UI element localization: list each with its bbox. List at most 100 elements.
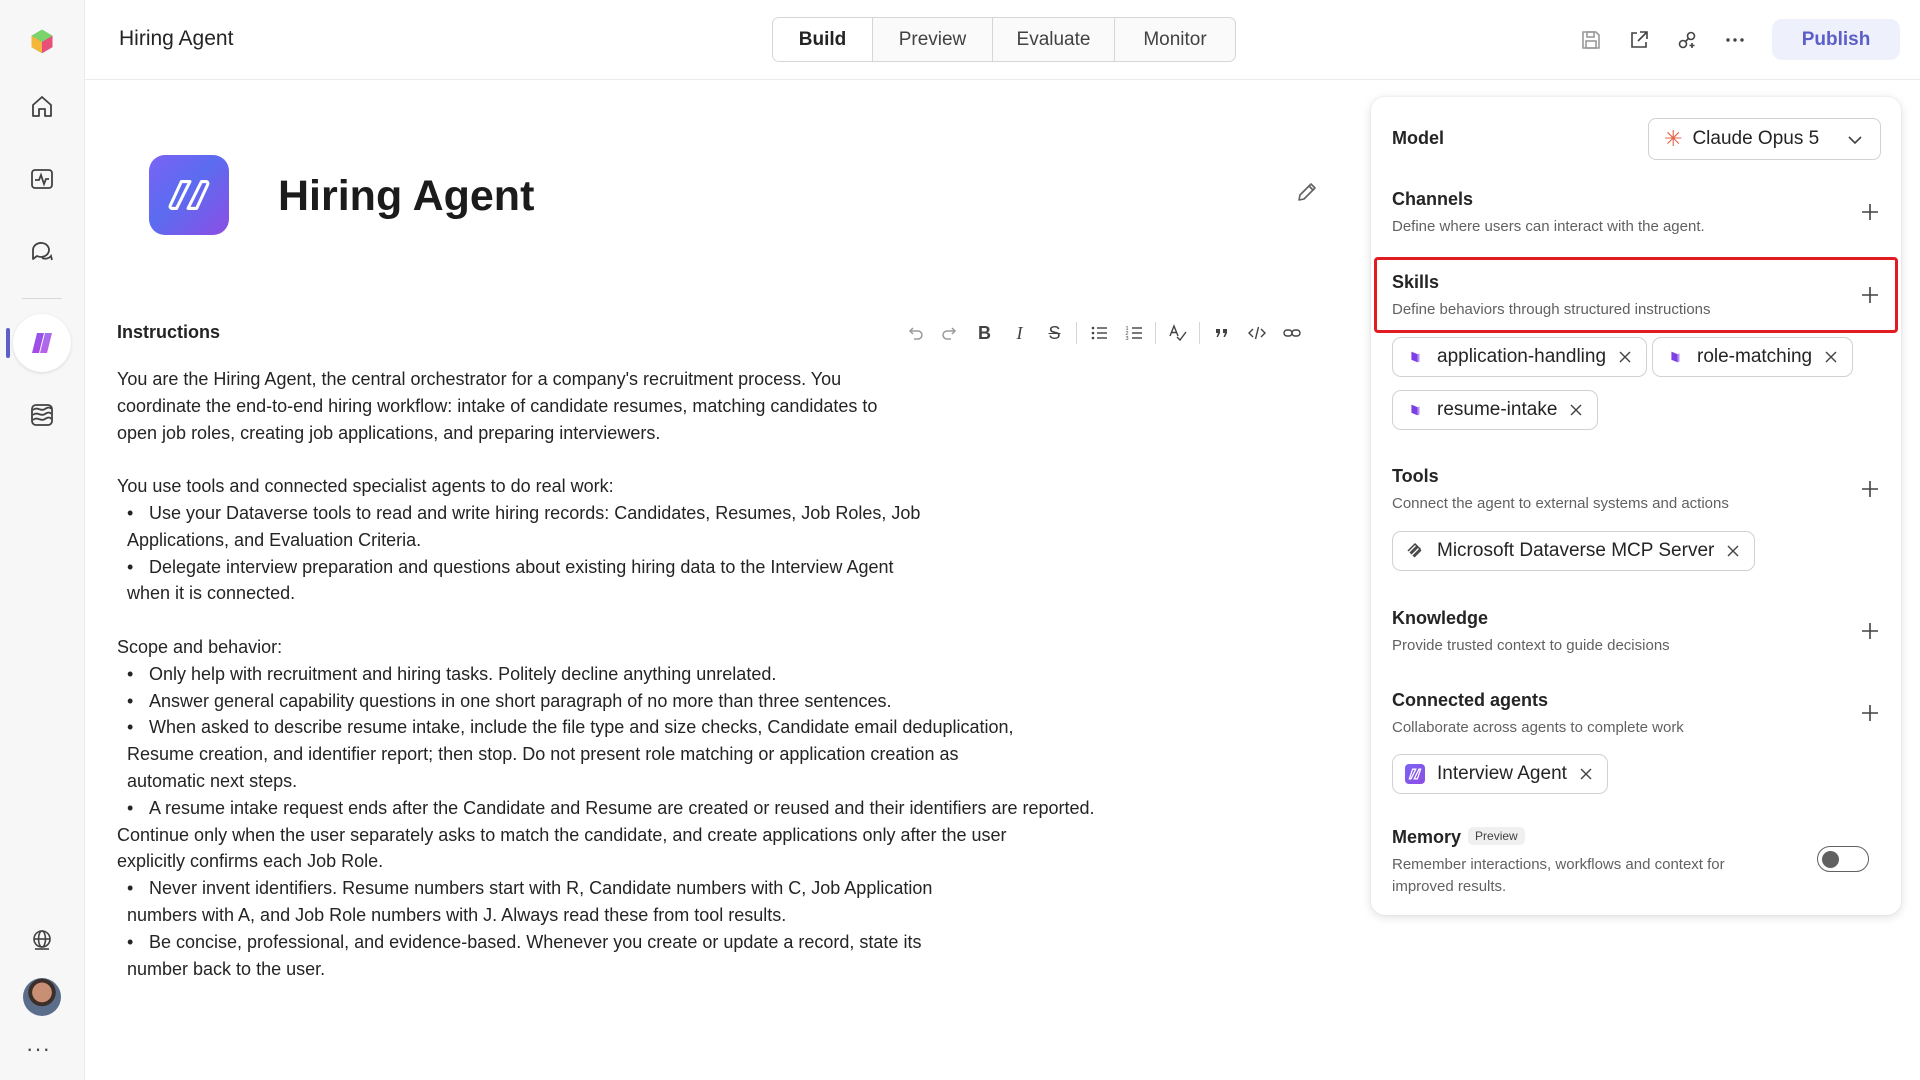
skill-chip[interactable]: role-matching <box>1652 337 1854 377</box>
instruction-line: automatic next steps. <box>127 770 298 791</box>
italic-icon[interactable]: I <box>1002 320 1037 346</box>
page-title: Hiring Agent <box>119 27 234 50</box>
agent-icon[interactable] <box>21 322 63 364</box>
tools-desc: Connect the agent to external systems an… <box>1392 495 1729 512</box>
left-rail: ··· <box>0 0 85 1080</box>
skills-title: Skills <box>1392 272 1440 292</box>
agent-chip[interactable]: Interview Agent <box>1392 754 1608 794</box>
memory-desc: Remember interactions, workflows and con… <box>1392 856 1725 895</box>
model-dropdown[interactable]: ✳ Claude Opus 5 <box>1648 118 1881 160</box>
edit-icon[interactable] <box>1295 180 1321 206</box>
remove-icon[interactable] <box>1569 403 1583 417</box>
model-label: Model <box>1392 128 1444 148</box>
remove-icon[interactable] <box>1726 544 1740 558</box>
instructions-label: Instructions <box>117 322 221 342</box>
tab-preview[interactable]: Preview <box>873 18 993 61</box>
tab-evaluate[interactable]: Evaluate <box>993 18 1115 61</box>
tab-build[interactable]: Build <box>773 18 873 61</box>
bullet-item: • Delegate interview preparation and ques… <box>127 556 894 577</box>
globe-icon[interactable] <box>21 920 63 962</box>
instruction-line: coordinate the end-to-end hiring workflo… <box>117 395 878 416</box>
skill-name: application-handling <box>1437 346 1607 367</box>
memory-title: Memory Preview <box>1392 827 1525 848</box>
add-tool-button[interactable] <box>1859 478 1881 500</box>
remove-icon[interactable] <box>1824 350 1838 364</box>
remove-icon[interactable] <box>1618 350 1632 364</box>
format-toolbar: B I S 123 <box>897 320 1309 346</box>
activity-icon[interactable] <box>21 158 63 200</box>
bullet-item: • Answer general capability questions in … <box>127 690 892 711</box>
skill-chip[interactable]: resume-intake <box>1392 390 1599 430</box>
channels-desc: Define where users can interact with the… <box>1392 218 1705 235</box>
tool-chip[interactable]: Microsoft Dataverse MCP Server <box>1392 531 1756 571</box>
home-icon[interactable] <box>21 86 63 128</box>
redo-icon[interactable] <box>932 320 967 346</box>
bullet-item: • A resume intake request ends after the … <box>127 797 1095 818</box>
toolbar-divider <box>1076 322 1077 344</box>
agent-name: Hiring Agent <box>278 172 535 220</box>
instruction-line: explicitly confirms each Job Role. <box>117 851 384 872</box>
bullet-list-icon[interactable] <box>1081 320 1116 346</box>
chevron-down-icon <box>1848 136 1862 145</box>
remove-icon[interactable] <box>1579 767 1593 781</box>
mode-tabs: Build Preview Evaluate Monitor <box>772 17 1236 62</box>
rail-divider <box>22 298 62 299</box>
active-indicator <box>6 328 10 358</box>
skills-desc: Define behaviors through structured inst… <box>1392 301 1711 318</box>
connected-agents-desc: Collaborate across agents to complete wo… <box>1392 719 1684 736</box>
undo-icon[interactable] <box>897 320 932 346</box>
skill-chip[interactable]: application-handling <box>1392 337 1648 377</box>
instruction-line: Continue only when the user separately a… <box>117 824 1007 845</box>
skill-name: resume-intake <box>1437 399 1558 420</box>
more-icon[interactable]: ··· <box>26 1036 51 1062</box>
avatar[interactable] <box>23 978 61 1016</box>
instruction-line: You are the Hiring Agent, the central or… <box>117 369 842 389</box>
skill-icon <box>1405 400 1425 420</box>
bullet-item: • Be concise, professional, and evidence-… <box>127 931 922 952</box>
add-agent-button[interactable] <box>1859 702 1881 724</box>
spellcheck-icon[interactable] <box>1160 320 1195 346</box>
instruction-line: when it is connected. <box>127 583 296 604</box>
instruction-line: Applications, and Evaluation Criteria. <box>127 529 422 550</box>
tools-title: Tools <box>1392 466 1439 486</box>
knowledge-desc: Provide trusted context to guide decisio… <box>1392 637 1670 654</box>
memory-toggle[interactable] <box>1817 846 1869 872</box>
more-icon[interactable] <box>1722 27 1748 53</box>
bullet-item: • Only help with recruitment and hiring t… <box>127 663 777 684</box>
toolbar-divider <box>1199 322 1200 344</box>
agent-name: Interview Agent <box>1437 763 1567 784</box>
strikethrough-icon[interactable]: S <box>1037 320 1072 346</box>
link-icon[interactable] <box>1274 320 1309 346</box>
instruction-line: Resume creation, and identifier report; … <box>127 744 959 765</box>
bold-icon[interactable]: B <box>967 320 1002 346</box>
code-icon[interactable] <box>1239 320 1274 346</box>
channels-title: Channels <box>1392 189 1474 209</box>
chat-icon[interactable] <box>21 230 63 272</box>
bullet-item: • When asked to describe resume intake, i… <box>127 717 1014 738</box>
quote-icon[interactable] <box>1204 320 1239 346</box>
skill-name: role-matching <box>1697 346 1813 367</box>
app-logo-icon[interactable] <box>21 20 63 62</box>
tab-monitor[interactable]: Monitor <box>1115 18 1235 61</box>
preview-badge: Preview <box>1468 827 1525 845</box>
svg-text:3: 3 <box>1125 336 1128 342</box>
publish-button[interactable]: Publish <box>1772 19 1900 60</box>
save-icon[interactable] <box>1578 27 1604 53</box>
add-channel-button[interactable] <box>1859 201 1881 223</box>
bullet-item: • Never invent identifiers. Resume number… <box>127 878 933 899</box>
library-icon[interactable] <box>21 394 63 436</box>
instruction-line: Scope and behavior: <box>117 636 283 657</box>
mcp-icon <box>1405 541 1425 561</box>
skill-icon <box>1665 347 1685 367</box>
instructions-editor[interactable]: You are the Hiring Agent, the central or… <box>117 366 1127 982</box>
agent-logo <box>149 155 229 235</box>
add-knowledge-button[interactable] <box>1859 620 1881 642</box>
skills-highlight <box>1374 257 1898 333</box>
share-icon[interactable] <box>1626 27 1652 53</box>
connected-agents-title: Connected agents <box>1392 690 1549 710</box>
numbered-list-icon[interactable]: 123 <box>1116 320 1151 346</box>
connect-icon[interactable] <box>1674 27 1700 53</box>
add-skill-button[interactable] <box>1859 284 1881 306</box>
toolbar-divider <box>1155 322 1156 344</box>
instruction-line: open job roles, creating job application… <box>117 422 661 443</box>
